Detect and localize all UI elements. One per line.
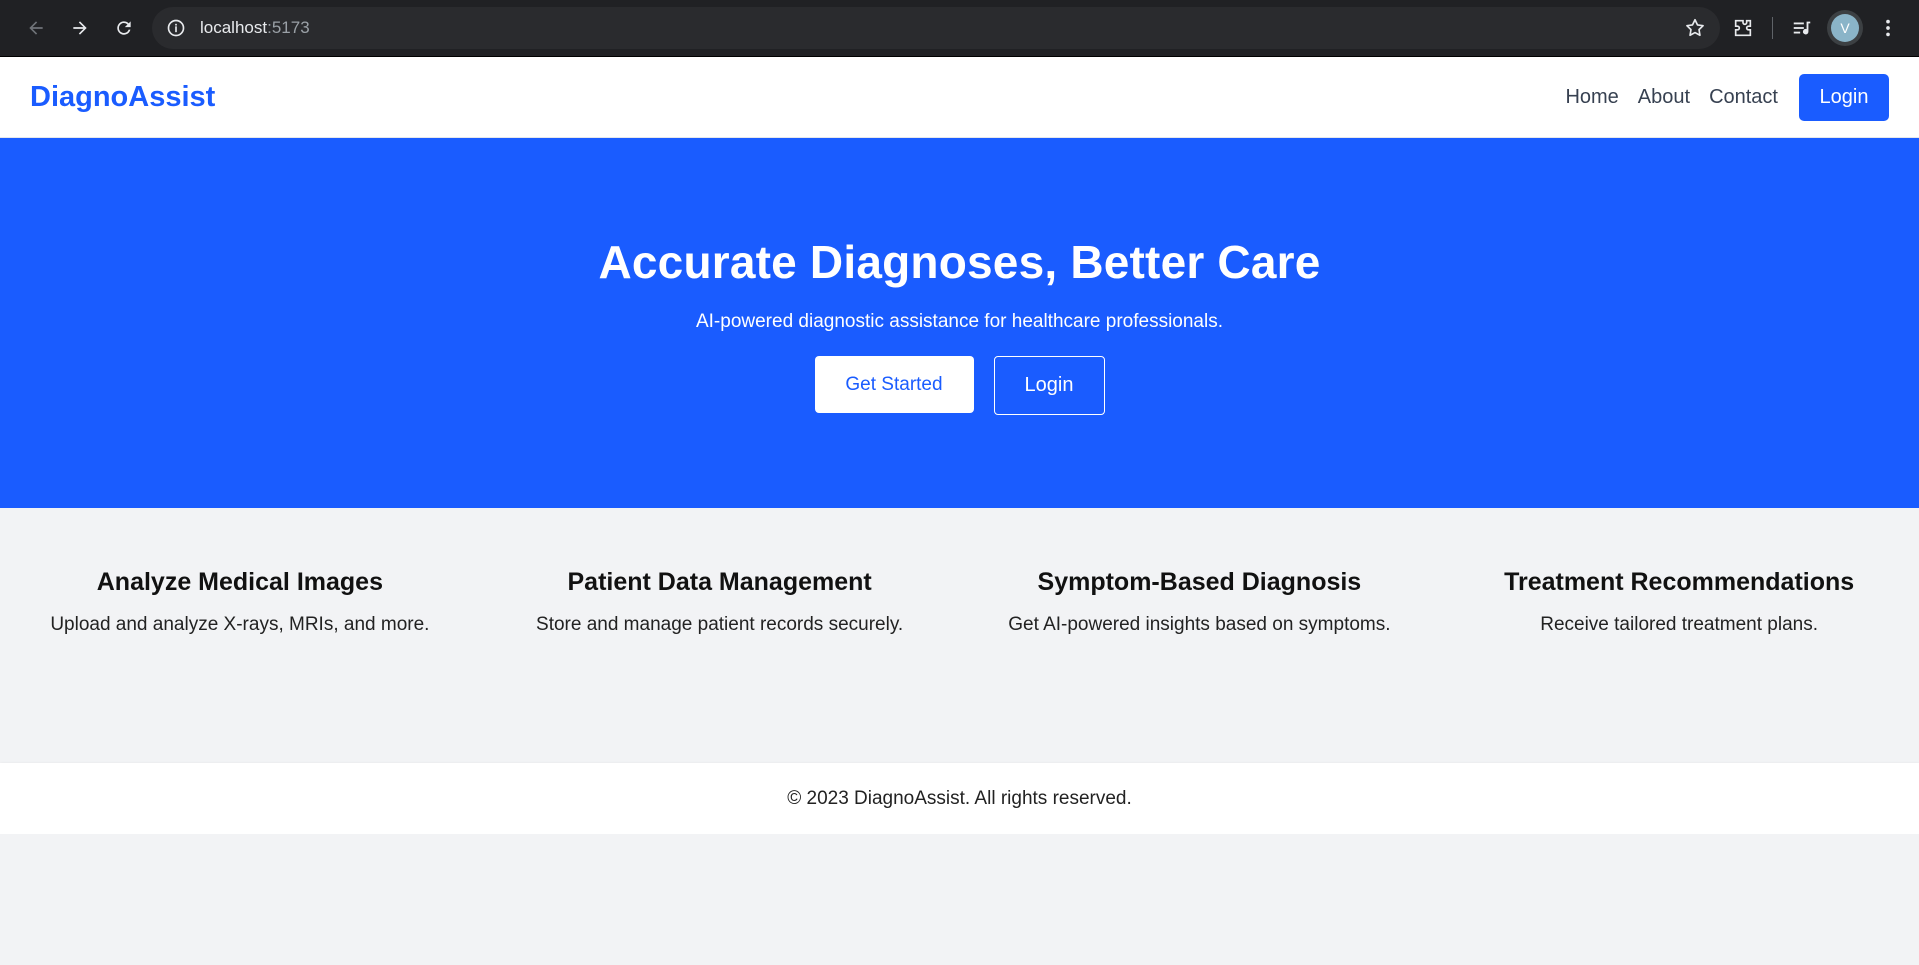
site-footer: © 2023 DiagnoAssist. All rights reserved… xyxy=(0,763,1919,834)
url-text[interactable]: localhost:5173 xyxy=(200,18,1684,38)
media-queue-icon[interactable] xyxy=(1791,17,1813,39)
copyright-text: © 2023 DiagnoAssist. All rights reserved… xyxy=(787,787,1132,809)
hero-actions: Get Started Login xyxy=(814,356,1105,415)
site-navbar: DiagnoAssist Home About Contact Login xyxy=(0,57,1919,138)
forward-button[interactable] xyxy=(58,6,102,50)
feature-description: Receive tailored treatment plans. xyxy=(1540,614,1818,635)
back-arrow-icon xyxy=(29,21,43,35)
feature-description: Upload and analyze X-rays, MRIs, and mor… xyxy=(50,614,430,635)
brand-logo[interactable]: DiagnoAssist xyxy=(30,81,215,114)
nav-link-home[interactable]: Home xyxy=(1565,86,1618,109)
feature-description: Store and manage patient records securel… xyxy=(536,614,904,635)
feature-title: Patient Data Management xyxy=(567,568,872,596)
reload-icon xyxy=(117,21,131,35)
reload-button[interactable] xyxy=(102,6,146,50)
feature-title: Symptom-Based Diagnosis xyxy=(1037,568,1362,596)
feature-title: Treatment Recommendations xyxy=(1504,568,1855,596)
site-info-icon[interactable] xyxy=(166,18,186,38)
hero-section: Accurate Diagnoses, Better Care AI-power… xyxy=(0,138,1919,508)
feature-card: Analyze Medical Images Upload and analyz… xyxy=(0,568,480,763)
hero-title: Accurate Diagnoses, Better Care xyxy=(598,236,1321,288)
forward-arrow-icon xyxy=(73,21,87,35)
page-background xyxy=(0,834,1919,965)
nav-links: Home About Contact Login xyxy=(1546,73,1889,121)
hero-login-button[interactable]: Login xyxy=(993,356,1105,415)
toolbar-separator xyxy=(1772,17,1773,39)
nav-link-about[interactable]: About xyxy=(1638,86,1690,109)
bookmark-star-icon[interactable] xyxy=(1684,17,1706,39)
back-button[interactable] xyxy=(14,6,58,50)
url-host: localhost xyxy=(200,18,268,37)
get-started-button[interactable]: Get Started xyxy=(814,356,974,413)
extensions-icon[interactable] xyxy=(1732,17,1754,39)
profile-avatar[interactable]: V xyxy=(1831,14,1859,42)
browser-toolbar: localhost:5173 V xyxy=(0,0,1919,57)
menu-kebab-icon[interactable] xyxy=(1877,17,1899,39)
hero-subtitle: AI-powered diagnostic assistance for hea… xyxy=(695,311,1223,332)
feature-description: Get AI-powered insights based on symptom… xyxy=(1008,614,1391,635)
feature-title: Analyze Medical Images xyxy=(96,568,383,596)
features-section: Analyze Medical Images Upload and analyz… xyxy=(0,508,1919,763)
nav-login-button[interactable]: Login xyxy=(1799,73,1889,121)
toolbar-actions: V xyxy=(1732,14,1905,42)
feature-card: Treatment Recommendations Receive tailor… xyxy=(1439,568,1919,763)
feature-card: Patient Data Management Store and manage… xyxy=(480,568,960,763)
nav-link-contact[interactable]: Contact xyxy=(1709,86,1778,109)
feature-card: Symptom-Based Diagnosis Get AI-powered i… xyxy=(960,568,1440,763)
url-port: :5173 xyxy=(267,18,310,37)
address-bar[interactable]: localhost:5173 xyxy=(152,7,1720,49)
